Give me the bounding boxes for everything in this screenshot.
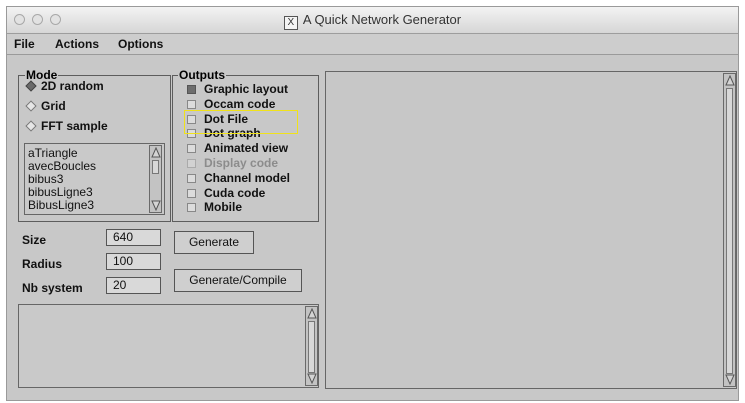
- scroll-down-arrow-icon[interactable]: [725, 374, 735, 385]
- checkbox-animated-view[interactable]: [187, 144, 196, 153]
- outputs-group: Outputs Graphic layout Occam code Dot Fi…: [172, 68, 319, 222]
- list-item[interactable]: bibusLigne3: [28, 186, 93, 198]
- checkbox-channel-model[interactable]: [187, 174, 196, 183]
- checkbox-channel-model-label[interactable]: Channel model: [204, 171, 290, 185]
- title-bar: X A Quick Network Generator: [7, 7, 738, 34]
- checkbox-occam-code-label[interactable]: Occam code: [204, 97, 275, 111]
- radius-field[interactable]: 100: [106, 253, 161, 270]
- checkbox-mobile-label[interactable]: Mobile: [204, 200, 242, 214]
- window-title: X A Quick Network Generator: [7, 12, 738, 30]
- checkbox-cuda-code-label[interactable]: Cuda code: [204, 186, 265, 200]
- checkbox-graphic-layout[interactable]: [187, 85, 196, 94]
- nb-system-label: Nb system: [22, 281, 83, 295]
- generate-compile-button[interactable]: Generate/Compile: [174, 269, 302, 292]
- radio-fft-sample[interactable]: [25, 120, 37, 132]
- size-label: Size: [22, 233, 47, 247]
- checkbox-occam-code[interactable]: [187, 100, 196, 109]
- outputs-group-label: Outputs: [178, 68, 226, 82]
- radio-grid[interactable]: [25, 100, 37, 112]
- radio-2d-random[interactable]: [25, 80, 37, 92]
- checkbox-display-code-label: Display code: [204, 156, 279, 170]
- network-listbox[interactable]: aTriangle avecBoucles bibus3 bibusLigne3…: [24, 143, 165, 215]
- log-text-area[interactable]: [18, 304, 319, 388]
- menu-actions[interactable]: Actions: [55, 37, 99, 51]
- canvas-scrollbar[interactable]: [723, 73, 736, 387]
- scroll-up-arrow-icon[interactable]: [151, 147, 161, 158]
- checkbox-animated-view-label[interactable]: Animated view: [204, 141, 288, 155]
- focus-highlight: [184, 110, 298, 134]
- list-item[interactable]: BibusLigne3: [28, 199, 94, 211]
- mode-group: Mode 2D random Grid FFT sample aTriangle…: [18, 68, 171, 222]
- scrollbar-thumb[interactable]: [726, 88, 733, 374]
- x11-icon: X: [283, 16, 298, 30]
- listbox-scrollbar[interactable]: [149, 145, 162, 213]
- radio-2d-random-label[interactable]: 2D random: [41, 79, 104, 93]
- size-field[interactable]: 640: [106, 229, 161, 246]
- menu-file[interactable]: File: [14, 37, 35, 51]
- scroll-up-arrow-icon[interactable]: [725, 75, 735, 86]
- scroll-up-arrow-icon[interactable]: [307, 308, 317, 319]
- checkbox-cuda-code[interactable]: [187, 189, 196, 198]
- radio-grid-label[interactable]: Grid: [41, 99, 66, 113]
- log-scrollbar[interactable]: [305, 306, 318, 386]
- list-item[interactable]: bibus3: [28, 173, 63, 185]
- window-title-text: A Quick Network Generator: [302, 12, 462, 27]
- checkbox-graphic-layout-label[interactable]: Graphic layout: [204, 82, 288, 96]
- list-item[interactable]: aTriangle: [28, 147, 78, 159]
- display-canvas[interactable]: [325, 71, 737, 389]
- app-window: X A Quick Network Generator File Actions …: [6, 6, 739, 401]
- scroll-down-arrow-icon[interactable]: [151, 200, 161, 211]
- list-item[interactable]: avecBoucles: [28, 160, 96, 172]
- checkbox-mobile[interactable]: [187, 203, 196, 212]
- menu-options[interactable]: Options: [118, 37, 163, 51]
- generate-button[interactable]: Generate: [174, 231, 254, 254]
- radio-fft-sample-label[interactable]: FFT sample: [41, 119, 108, 133]
- menu-bar: File Actions Options: [7, 34, 738, 55]
- scroll-down-arrow-icon[interactable]: [307, 373, 317, 384]
- nb-system-field[interactable]: 20: [106, 277, 161, 294]
- radius-label: Radius: [22, 257, 63, 271]
- scrollbar-thumb[interactable]: [152, 160, 159, 174]
- scrollbar-thumb[interactable]: [308, 321, 315, 373]
- checkbox-display-code: [187, 159, 196, 168]
